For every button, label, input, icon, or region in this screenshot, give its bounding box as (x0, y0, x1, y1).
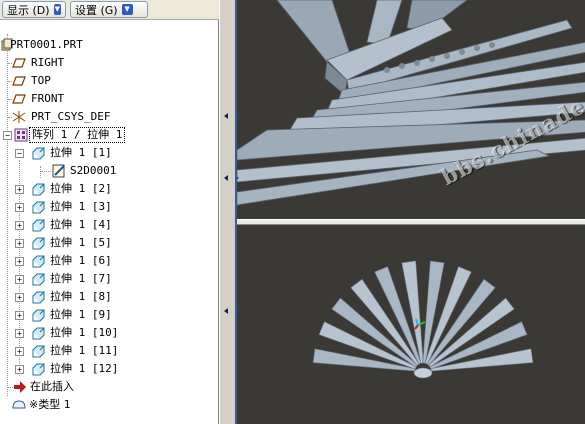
sketch-icon (52, 164, 65, 178)
collapse-toggle[interactable]: − (3, 131, 12, 140)
expand-toggle[interactable]: + (15, 257, 24, 266)
tree-item-type[interactable]: ※类型 1 (0, 396, 216, 414)
tree-item-label: 拉伸 1 [3] (50, 200, 112, 213)
tree-item-right-plane[interactable]: RIGHT (0, 54, 216, 72)
tree-item-label: 拉伸 1 [9] (50, 308, 112, 321)
graphics-viewport[interactable]: bbs.chinade.net (235, 0, 585, 424)
tree-item-extrude[interactable]: + 拉伸 1 [6] (0, 252, 216, 270)
graphics-view-bottom[interactable] (237, 225, 585, 424)
tree-item-pattern[interactable]: − 阵列 1 / 拉伸 1 (0, 126, 216, 144)
collapse-arrow-icon[interactable] (224, 175, 228, 181)
show-menu-label: 显示 (D) (7, 3, 50, 17)
tree-item-label: 拉伸 1 [12] (50, 362, 119, 375)
tree-item-label: ※类型 1 (29, 398, 71, 411)
extrude-icon (32, 237, 45, 250)
view-arrow-icon (237, 307, 239, 313)
extrude-icon (32, 273, 45, 286)
view-arrow-icon (237, 175, 239, 181)
expand-toggle[interactable]: + (15, 185, 24, 194)
csys-icon (12, 111, 26, 123)
graphics-view-top[interactable] (237, 0, 585, 219)
collapse-toggle[interactable]: − (15, 149, 24, 158)
tree-item-extrude[interactable]: − 拉伸 1 [1] (0, 144, 216, 162)
expand-toggle[interactable]: + (15, 329, 24, 338)
fan-hub (413, 367, 433, 379)
tree-item-extrude[interactable]: + 拉伸 1 [11] (0, 342, 216, 360)
tree-item-label: 拉伸 1 [10] (50, 326, 119, 339)
tree-item-label: FRONT (31, 92, 65, 105)
tree-item-label: 阵列 1 / 拉伸 1 (29, 127, 126, 143)
chevron-down-icon: ▼ (121, 4, 133, 15)
extrude-icon (32, 255, 45, 268)
tree-item-label: 拉伸 1 [1] (50, 146, 112, 159)
show-menu-button[interactable]: 显示 (D) ▼ (2, 1, 66, 18)
model-tree-panel: 显示 (D) ▼ 设置 (G) ▼ PRT0001.PRT RIGHT TOP … (0, 0, 219, 424)
extrude-icon (32, 291, 45, 304)
tree-item-label: 拉伸 1 [7] (50, 272, 112, 285)
tree-connector (41, 171, 51, 172)
tree-item-extrude[interactable]: + 拉伸 1 [3] (0, 198, 216, 216)
tree-item-label: TOP (31, 74, 51, 87)
tree-item-label: PRT0001.PRT (10, 38, 83, 51)
tree-item-csys[interactable]: PRT_CSYS_DEF (0, 108, 216, 126)
expand-toggle[interactable]: + (15, 347, 24, 356)
tree-item-label: RIGHT (31, 56, 65, 69)
expand-toggle[interactable]: + (15, 239, 24, 248)
tree-item-part[interactable]: PRT0001.PRT (0, 36, 216, 54)
tree-item-insert-here[interactable]: 在此插入 (0, 378, 216, 396)
model-tree: PRT0001.PRT RIGHT TOP FRONT PRT_CSYS_DEF… (0, 22, 216, 422)
extrude-icon (32, 201, 45, 214)
extrude-icon (32, 219, 45, 232)
expand-toggle[interactable]: + (15, 293, 24, 302)
collapse-arrow-icon[interactable] (224, 113, 228, 119)
datum-plane-icon (12, 76, 26, 86)
extrude-icon (32, 345, 45, 358)
pattern-icon (14, 128, 28, 142)
tree-item-extrude[interactable]: + 拉伸 1 [10] (0, 324, 216, 342)
chevron-down-icon: ▼ (53, 4, 61, 15)
tree-item-extrude[interactable]: + 拉伸 1 [9] (0, 306, 216, 324)
tree-item-extrude[interactable]: + 拉伸 1 [4] (0, 216, 216, 234)
settings-menu-button[interactable]: 设置 (G) ▼ (70, 1, 148, 18)
tree-item-extrude[interactable]: + 拉伸 1 [2] (0, 180, 216, 198)
tree-item-label: PRT_CSYS_DEF (31, 110, 111, 123)
type-feature-icon (12, 400, 26, 409)
tree-item-extrude[interactable]: + 拉伸 1 [5] (0, 234, 216, 252)
extrude-icon (32, 309, 45, 322)
tree-item-sketch[interactable]: S2D0001 (0, 162, 216, 180)
tree-item-label: S2D0001 (70, 164, 117, 177)
expand-toggle[interactable]: + (15, 203, 24, 212)
view-arrow-icon (237, 112, 239, 118)
expand-toggle[interactable]: + (15, 311, 24, 320)
expand-toggle[interactable]: + (15, 275, 24, 284)
tree-item-label: 拉伸 1 [2] (50, 182, 112, 195)
expand-toggle[interactable]: + (15, 221, 24, 230)
tree-item-extrude[interactable]: + 拉伸 1 [8] (0, 288, 216, 306)
collapse-arrow-icon[interactable] (224, 308, 228, 314)
settings-menu-label: 设置 (G) (75, 3, 118, 17)
model-front-view (237, 225, 585, 424)
tree-item-extrude[interactable]: + 拉伸 1 [12] (0, 360, 216, 378)
tree-item-label: 拉伸 1 [5] (50, 236, 112, 249)
datum-plane-icon (12, 94, 26, 104)
extrude-icon (32, 327, 45, 340)
extrude-icon (32, 363, 45, 376)
tree-item-label: 拉伸 1 [8] (50, 290, 112, 303)
tree-item-label: 在此插入 (30, 380, 74, 393)
expand-toggle[interactable]: + (15, 365, 24, 374)
tree-item-label: 拉伸 1 [4] (50, 218, 112, 231)
extrude-icon (32, 183, 45, 196)
datum-plane-icon (12, 58, 26, 68)
insert-here-arrow-icon (14, 381, 26, 393)
model-tree-toolbar: 显示 (D) ▼ 设置 (G) ▼ (0, 0, 219, 20)
tree-item-top-plane[interactable]: TOP (0, 72, 216, 90)
tree-item-label: 拉伸 1 [11] (50, 344, 119, 357)
extrude-icon (32, 147, 45, 160)
model-perspective-view (237, 0, 585, 219)
tree-item-front-plane[interactable]: FRONT (0, 90, 216, 108)
tree-item-label: 拉伸 1 [6] (50, 254, 112, 267)
panel-splitter[interactable] (219, 0, 235, 424)
tree-item-extrude[interactable]: + 拉伸 1 [7] (0, 270, 216, 288)
